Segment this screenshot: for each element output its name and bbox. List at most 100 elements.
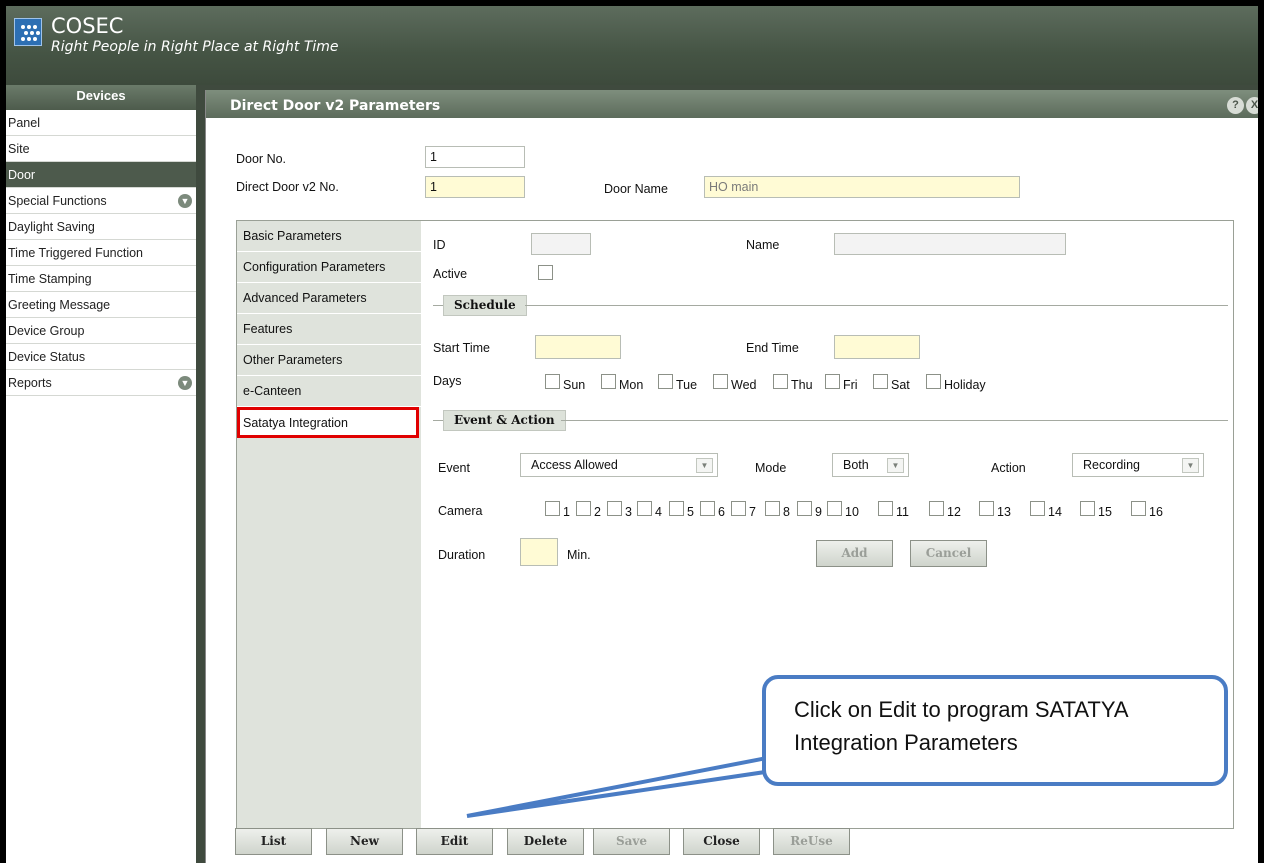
devices-sidebar: Devices Panel Site Door Special Function… <box>6 85 196 863</box>
duration-field[interactable] <box>520 538 558 566</box>
help-icon[interactable]: ? <box>1227 97 1244 114</box>
close-button[interactable]: Close <box>683 828 760 855</box>
camera-2-checkbox[interactable] <box>576 501 591 516</box>
panel-title: Direct Door v2 Parameters <box>206 90 1258 118</box>
end-time-field[interactable] <box>834 335 920 359</box>
event-select-value: Access Allowed <box>531 458 618 472</box>
camera-9-checkbox[interactable] <box>797 501 812 516</box>
camera-8-label: 8 <box>783 505 790 519</box>
door-name-field[interactable]: HO main <box>704 176 1020 198</box>
camera-13-checkbox[interactable] <box>979 501 994 516</box>
active-checkbox[interactable] <box>538 265 553 280</box>
camera-13-label: 13 <box>997 505 1011 519</box>
camera-8-checkbox[interactable] <box>765 501 780 516</box>
dropdown-arrow-icon[interactable]: ▼ <box>1182 458 1199 473</box>
event-action-title: Event & Action <box>443 410 566 431</box>
camera-11-checkbox[interactable] <box>878 501 893 516</box>
reuse-button[interactable]: ReUse <box>773 828 850 855</box>
day-sun-label: Sun <box>563 378 586 392</box>
active-label: Active <box>433 267 468 281</box>
door-no-field[interactable]: 1 <box>425 146 525 168</box>
event-action-section: Event & Action <box>433 410 1236 431</box>
tab-configuration-parameters[interactable]: Configuration Parameters <box>237 252 421 283</box>
chevron-down-icon[interactable]: ▼ <box>178 376 192 390</box>
tab-e-canteen[interactable]: e-Canteen <box>237 376 421 407</box>
camera-16-checkbox[interactable] <box>1131 501 1146 516</box>
camera-5-checkbox[interactable] <box>669 501 684 516</box>
duration-unit: Min. <box>567 548 591 562</box>
tab-basic-parameters[interactable]: Basic Parameters <box>237 221 421 252</box>
start-time-field[interactable] <box>535 335 621 359</box>
camera-12-checkbox[interactable] <box>929 501 944 516</box>
door-name-label: Door Name <box>604 182 668 196</box>
day-wed-checkbox[interactable] <box>713 374 728 389</box>
list-button[interactable]: List <box>235 828 312 855</box>
cancel-button[interactable]: Cancel <box>910 540 987 567</box>
instruction-callout: Click on Edit to program SATATYA Integra… <box>762 675 1228 786</box>
sidebar-item-label: Panel <box>8 116 40 130</box>
day-tue-checkbox[interactable] <box>658 374 673 389</box>
day-sat-checkbox[interactable] <box>873 374 888 389</box>
event-select[interactable]: Access Allowed ▼ <box>520 453 718 477</box>
day-thu-checkbox[interactable] <box>773 374 788 389</box>
tab-other-parameters[interactable]: Other Parameters <box>237 345 421 376</box>
sidebar-item-daylight-saving[interactable]: Daylight Saving <box>6 214 196 240</box>
tab-advanced-parameters[interactable]: Advanced Parameters <box>237 283 421 314</box>
sidebar-item-greeting-message[interactable]: Greeting Message <box>6 292 196 318</box>
camera-15-checkbox[interactable] <box>1080 501 1095 516</box>
day-fri-checkbox[interactable] <box>825 374 840 389</box>
sidebar-item-special-functions[interactable]: Special Functions ▼ <box>6 188 196 214</box>
direct-door-no-field[interactable]: 1 <box>425 176 525 198</box>
sidebar-item-time-stamping[interactable]: Time Stamping <box>6 266 196 292</box>
camera-label: Camera <box>438 504 483 518</box>
delete-button[interactable]: Delete <box>507 828 584 855</box>
edit-button[interactable]: Edit <box>416 828 493 855</box>
camera-3-checkbox[interactable] <box>607 501 622 516</box>
schedule-section: Schedule <box>433 295 1236 316</box>
day-holiday-checkbox[interactable] <box>926 374 941 389</box>
sidebar-item-device-group[interactable]: Device Group <box>6 318 196 344</box>
close-icon[interactable]: X <box>1246 97 1258 114</box>
id-field[interactable] <box>531 233 591 255</box>
chevron-down-icon[interactable]: ▼ <box>178 194 192 208</box>
camera-1-checkbox[interactable] <box>545 501 560 516</box>
name-field[interactable] <box>834 233 1066 255</box>
tab-satatya-integration[interactable]: Satatya Integration <box>237 407 419 438</box>
camera-14-checkbox[interactable] <box>1030 501 1045 516</box>
cosec-logo-icon <box>14 18 42 46</box>
sidebar-item-device-status[interactable]: Device Status <box>6 344 196 370</box>
day-mon-checkbox[interactable] <box>601 374 616 389</box>
mode-select[interactable]: Both ▼ <box>832 453 909 477</box>
day-wed-label: Wed <box>731 378 757 392</box>
camera-7-label: 7 <box>749 505 756 519</box>
day-thu-label: Thu <box>791 378 813 392</box>
end-time-label: End Time <box>746 341 799 355</box>
dropdown-arrow-icon[interactable]: ▼ <box>887 458 904 473</box>
camera-4-label: 4 <box>655 505 662 519</box>
parameter-tabs: Basic Parameters Configuration Parameter… <box>237 221 421 828</box>
camera-7-checkbox[interactable] <box>731 501 746 516</box>
tab-features[interactable]: Features <box>237 314 421 345</box>
add-button[interactable]: Add <box>816 540 893 567</box>
dropdown-arrow-icon[interactable]: ▼ <box>696 458 713 473</box>
camera-11-label: 11 <box>896 505 909 519</box>
day-sun-checkbox[interactable] <box>545 374 560 389</box>
brand-name: COSEC <box>51 14 124 38</box>
direct-door-no-label: Direct Door v2 No. <box>236 180 339 194</box>
action-select[interactable]: Recording ▼ <box>1072 453 1204 477</box>
camera-10-checkbox[interactable] <box>827 501 842 516</box>
sidebar-item-site[interactable]: Site <box>6 136 196 162</box>
sidebar-item-panel[interactable]: Panel <box>6 110 196 136</box>
camera-3-label: 3 <box>625 505 632 519</box>
sidebar-item-reports[interactable]: Reports ▼ <box>6 370 196 396</box>
duration-label: Duration <box>438 548 486 562</box>
new-button[interactable]: New <box>326 828 403 855</box>
camera-6-checkbox[interactable] <box>700 501 715 516</box>
camera-2-label: 2 <box>594 505 601 519</box>
sidebar-item-door[interactable]: Door <box>6 162 196 188</box>
event-label: Event <box>438 461 470 475</box>
camera-4-checkbox[interactable] <box>637 501 652 516</box>
sidebar-item-label: Special Functions <box>8 194 107 208</box>
sidebar-item-time-triggered-function[interactable]: Time Triggered Function <box>6 240 196 266</box>
save-button[interactable]: Save <box>593 828 670 855</box>
